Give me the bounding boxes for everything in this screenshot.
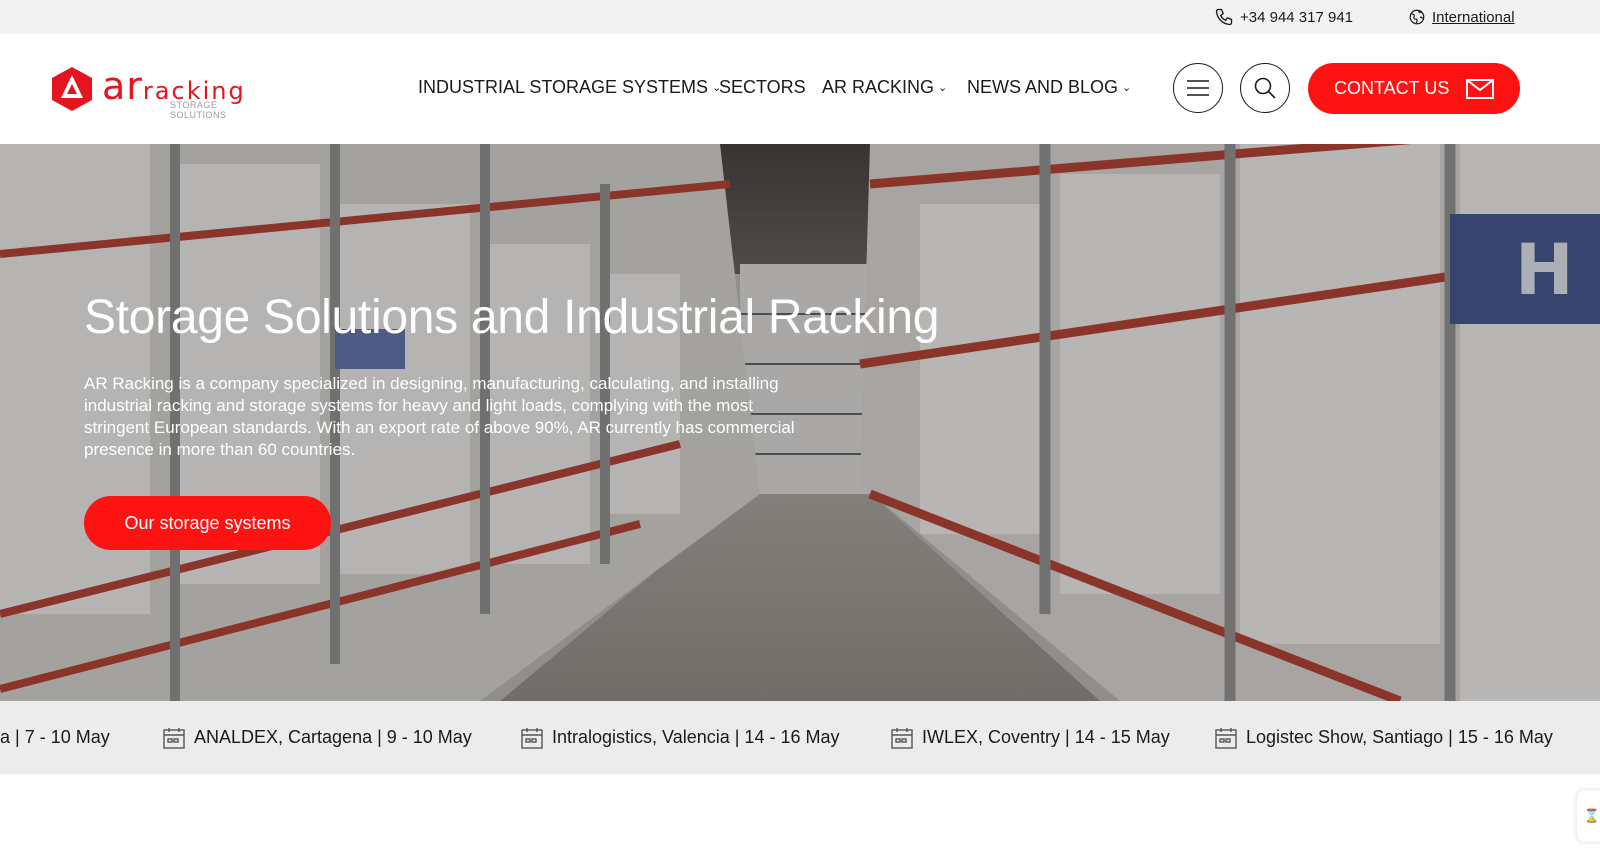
nav-ar-racking[interactable]: AR RACKING ⌄ bbox=[822, 77, 947, 98]
phone-link[interactable]: +34 944 317 941 bbox=[1214, 0, 1353, 34]
menu-button[interactable] bbox=[1173, 63, 1223, 113]
nav-industrial-storage-systems[interactable]: INDUSTRIAL STORAGE SYSTEMS ⌄ bbox=[418, 77, 721, 98]
event-item[interactable]: a | 7 - 10 May bbox=[0, 701, 110, 774]
international-label: International bbox=[1432, 8, 1515, 26]
chevron-down-icon: ⌄ bbox=[1122, 82, 1132, 94]
nav-label: AR RACKING bbox=[822, 77, 935, 97]
event-item[interactable]: IWLEX, Coventry | 14 - 15 May bbox=[890, 701, 1170, 774]
calendar-icon bbox=[891, 727, 913, 749]
events-ticker: a | 7 - 10 May ANALDEX, Cartagena | 9 - … bbox=[0, 701, 1600, 774]
nav-news-and-blog[interactable]: NEWS AND BLOG ⌄ bbox=[967, 77, 1131, 98]
international-link[interactable]: International bbox=[1408, 0, 1515, 34]
event-label: Logistec Show, Santiago | 15 - 16 May bbox=[1246, 727, 1553, 747]
hero-title: Storage Solutions and Industrial Racking bbox=[84, 291, 940, 344]
envelope-icon bbox=[1466, 78, 1494, 99]
calendar-icon bbox=[163, 727, 185, 749]
search-icon bbox=[1254, 77, 1276, 99]
event-label: a | 7 - 10 May bbox=[0, 727, 110, 747]
event-label: ANALDEX, Cartagena | 9 - 10 May bbox=[194, 727, 472, 747]
event-item[interactable]: Logistec Show, Santiago | 15 - 16 May bbox=[1214, 701, 1553, 774]
nav-label: SECTORS bbox=[719, 77, 806, 97]
contact-us-label: CONTACT US bbox=[1334, 78, 1450, 98]
event-label: IWLEX, Coventry | 14 - 15 May bbox=[922, 727, 1170, 747]
phone-number: +34 944 317 941 bbox=[1240, 8, 1354, 26]
logo-mark-icon bbox=[52, 67, 92, 111]
event-item[interactable]: Intralogistics, Valencia | 14 - 16 May bbox=[520, 701, 839, 774]
logo-prefix: ar bbox=[102, 64, 143, 108]
widget-icon: ⌛ bbox=[1583, 808, 1600, 823]
hero-banner: H Storage Solutions and Industrial Racki… bbox=[0, 144, 1600, 701]
nav-label: INDUSTRIAL STORAGE SYSTEMS bbox=[418, 77, 709, 97]
hero-description: AR Racking is a company specialized in d… bbox=[84, 374, 795, 459]
site-header: arracking STORAGE SOLUTIONS INDUSTRIAL S… bbox=[0, 34, 1600, 144]
top-utility-bar: +34 944 317 941 International bbox=[0, 0, 1600, 34]
event-label: Intralogistics, Valencia | 14 - 16 May bbox=[552, 727, 840, 747]
contact-us-button[interactable]: CONTACT US bbox=[1308, 63, 1520, 114]
calendar-icon bbox=[521, 727, 543, 749]
search-button[interactable] bbox=[1240, 63, 1290, 113]
our-storage-systems-button[interactable]: Our storage systems bbox=[84, 496, 331, 550]
nav-sectors[interactable]: SECTORS bbox=[719, 77, 806, 98]
ar-racking-logo[interactable]: arracking STORAGE SOLUTIONS bbox=[50, 64, 265, 120]
globe-icon bbox=[1409, 9, 1425, 25]
side-widget-tab[interactable]: ⌛ bbox=[1577, 790, 1600, 842]
hamburger-menu-icon bbox=[1187, 80, 1209, 96]
chevron-down-icon: ⌄ bbox=[938, 82, 948, 94]
nav-label: NEWS AND BLOG bbox=[967, 77, 1119, 97]
calendar-icon bbox=[1215, 727, 1237, 749]
event-item[interactable]: ANALDEX, Cartagena | 9 - 10 May bbox=[162, 701, 472, 774]
cta-label: Our storage systems bbox=[124, 512, 291, 533]
phone-icon bbox=[1215, 8, 1233, 26]
logo-tagline: STORAGE SOLUTIONS bbox=[170, 100, 227, 120]
